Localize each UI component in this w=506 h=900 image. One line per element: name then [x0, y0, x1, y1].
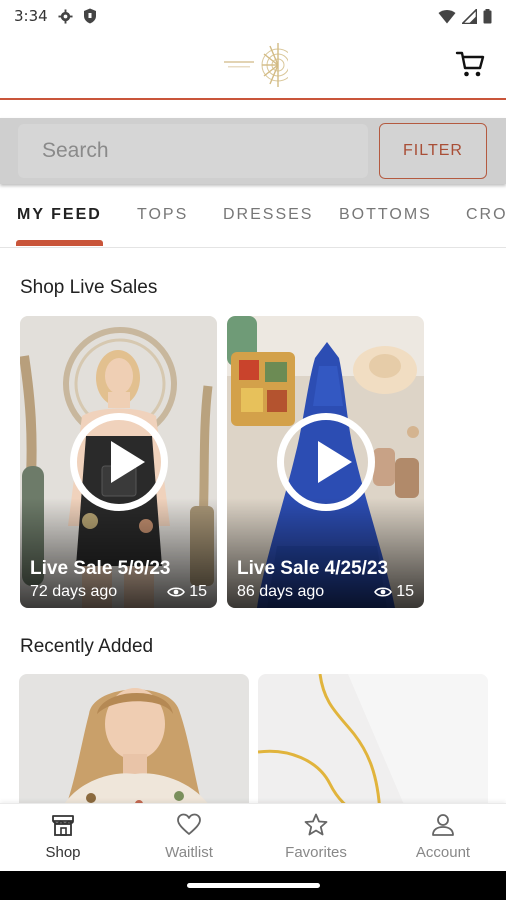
section-title-live-sales: Shop Live Sales — [20, 277, 158, 298]
section-title-recently-added: Recently Added — [20, 636, 154, 657]
search-input[interactable] — [18, 124, 368, 178]
search-field — [18, 124, 368, 178]
nav-label-shop: Shop — [45, 844, 81, 861]
nav-item-favorites[interactable]: Favorites — [253, 812, 379, 870]
product-image — [19, 674, 249, 814]
nav-item-waitlist[interactable]: Waitlist — [126, 812, 252, 870]
nav-label-waitlist: Waitlist — [165, 844, 213, 861]
view-count: 15 — [396, 583, 414, 600]
product-image — [258, 674, 488, 814]
tab-bottoms[interactable]: BOTTOMS — [339, 206, 432, 224]
live-sale-title: Live Sale 4/25/23 — [237, 558, 389, 579]
eye-icon — [374, 587, 393, 597]
person-icon — [432, 814, 454, 836]
tab-my-feed[interactable]: MY FEED — [17, 206, 102, 224]
star-icon — [304, 813, 328, 836]
view-count: 15 — [189, 583, 207, 600]
nav-item-shop[interactable]: Shop — [0, 812, 126, 870]
battery-icon — [483, 8, 492, 23]
live-sale-age: 86 days ago — [237, 583, 325, 600]
play-icon — [276, 413, 375, 511]
status-time: 3:34 — [14, 7, 48, 25]
system-gesture-bar — [0, 871, 506, 900]
eye-icon — [167, 587, 186, 597]
app-header — [0, 32, 506, 100]
cart-button[interactable] — [454, 48, 486, 80]
product-card[interactable] — [258, 674, 488, 814]
status-bar: 3:34 — [0, 0, 506, 32]
live-sale-title: Live Sale 5/9/23 — [30, 558, 171, 579]
tab-tops[interactable]: TOPS — [137, 206, 188, 224]
filter-button[interactable]: FILTER — [379, 123, 487, 179]
live-sale-views: 15 — [167, 583, 207, 601]
heart-icon — [177, 813, 201, 835]
category-tabs: MY FEED TOPS DRESSES BOTTOMS CRO — [0, 186, 506, 248]
search-bar: FILTER — [0, 118, 506, 184]
shop-icon — [52, 815, 74, 836]
live-sale-age: 72 days ago — [30, 583, 118, 600]
tab-dresses[interactable]: DRESSES — [223, 206, 313, 224]
signal-icon — [462, 8, 477, 24]
brand-logo — [224, 43, 288, 87]
tab-indicator — [16, 240, 103, 246]
bottom-nav: Shop Waitlist Favorites Account — [0, 803, 506, 871]
header-divider — [0, 98, 506, 100]
tab-cro[interactable]: CRO — [466, 206, 506, 224]
product-card[interactable] — [19, 674, 249, 814]
play-icon — [69, 413, 168, 511]
live-sale-card[interactable]: Live Sale 4/25/23 86 days ago 15 — [227, 316, 424, 608]
live-sale-card[interactable]: Live Sale 5/9/23 72 days ago 15 — [20, 316, 217, 608]
nav-label-account: Account — [415, 844, 471, 861]
nav-item-account[interactable]: Account — [380, 812, 506, 870]
nav-label-favorites: Favorites — [285, 844, 347, 861]
cart-icon — [455, 51, 485, 77]
gesture-handle[interactable] — [187, 883, 320, 888]
shield-icon — [83, 8, 96, 24]
wifi-icon — [438, 9, 456, 23]
live-sale-views: 15 — [374, 583, 414, 601]
settings-icon — [58, 8, 73, 24]
